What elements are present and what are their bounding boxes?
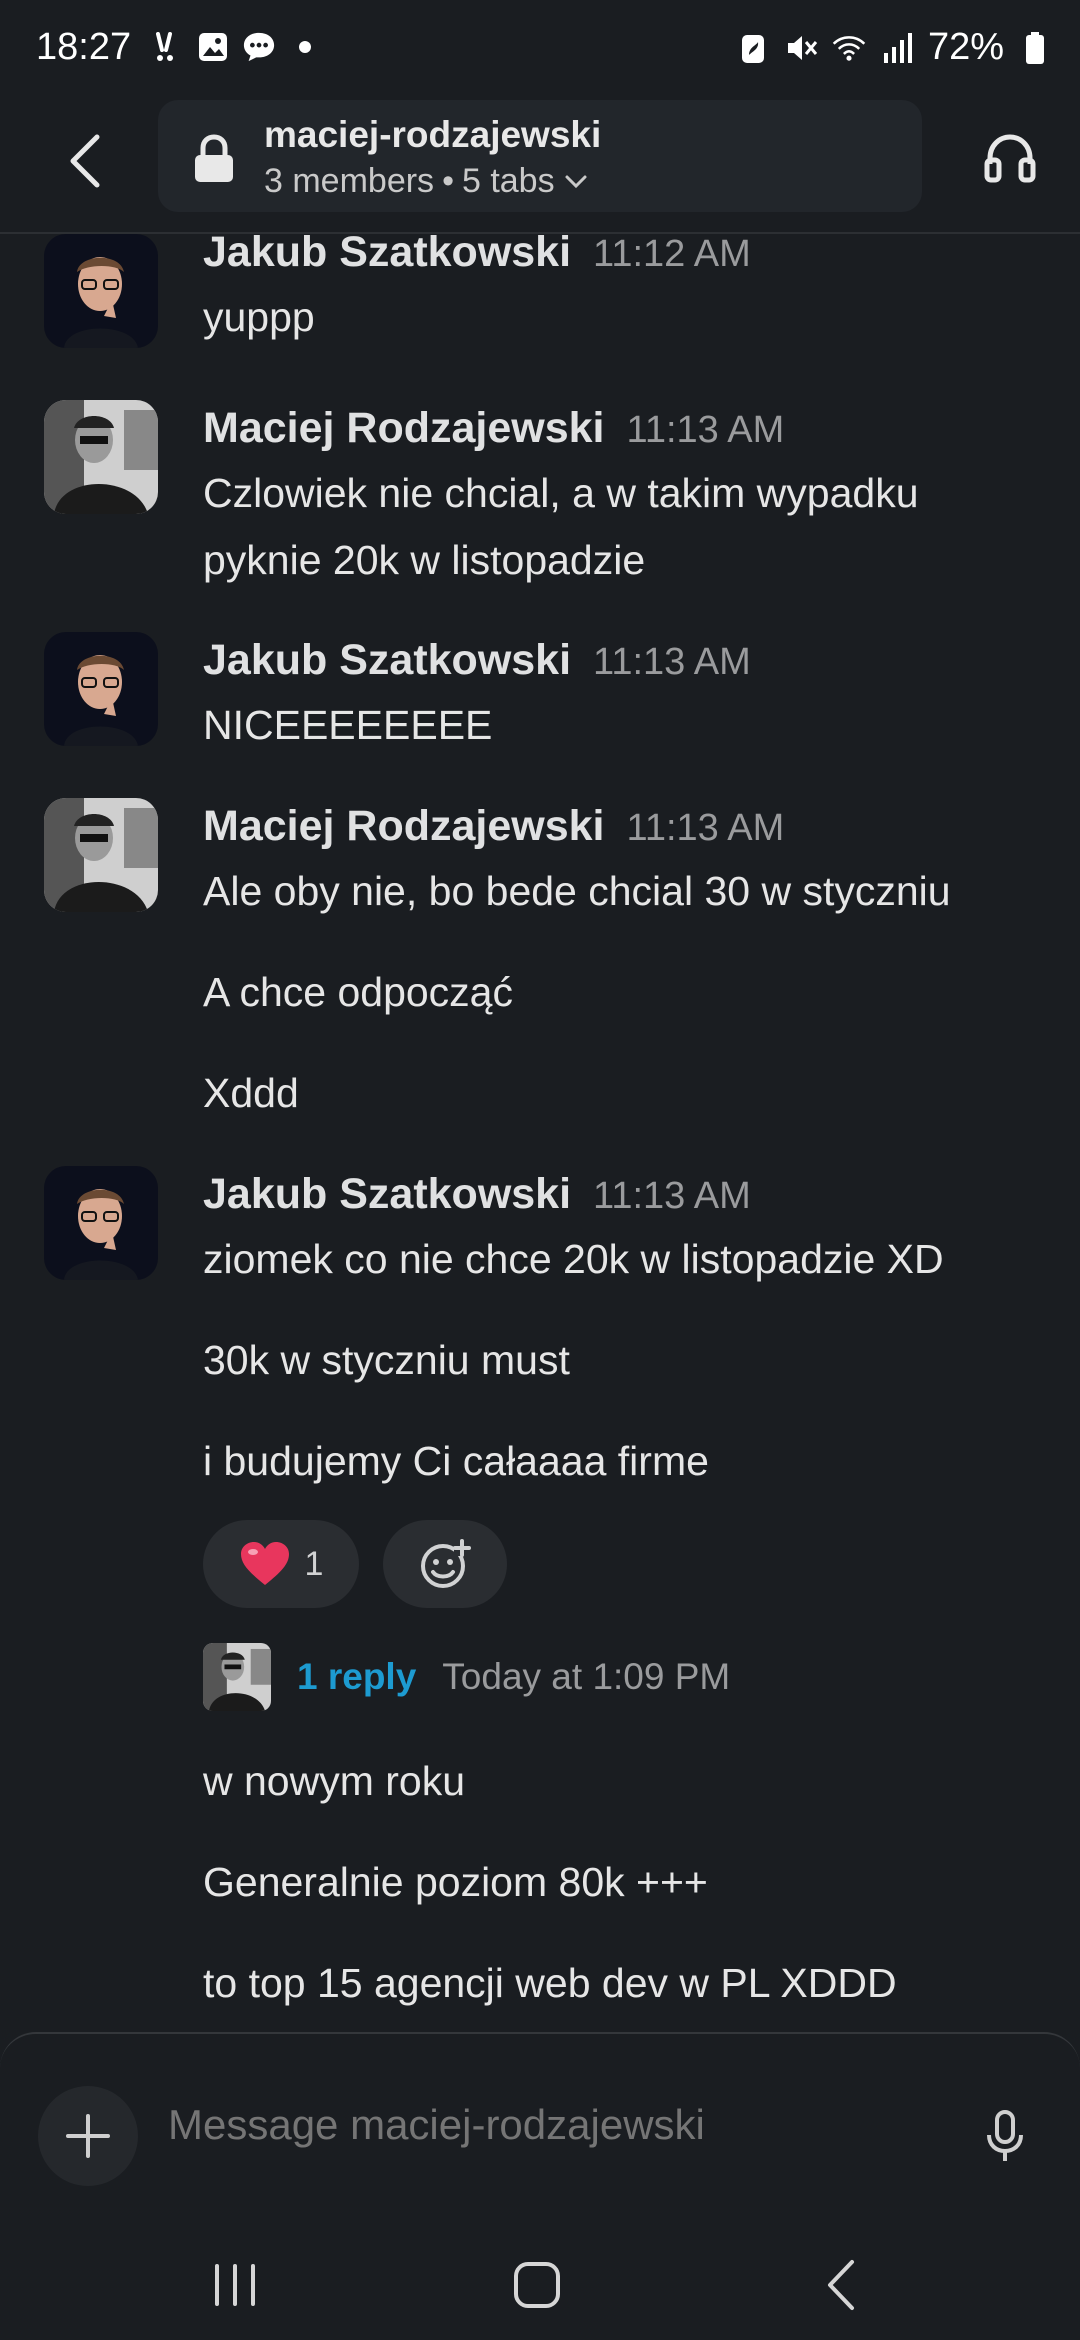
- lock-icon: [192, 134, 236, 189]
- message-text: A chce odpocząć: [203, 969, 513, 1015]
- avatar-jakub[interactable]: [44, 1166, 158, 1280]
- tab-count: 5 tabs: [461, 162, 555, 200]
- author-name[interactable]: Jakub Szatkowski: [203, 636, 571, 684]
- back-button[interactable]: [50, 126, 120, 196]
- message-feed[interactable]: Jakub Szatkowski 11:12 AM yuppp Maciej Ro…: [0, 234, 1080, 2034]
- reply-time: Today at 1:09 PM: [442, 1656, 731, 1697]
- plus-icon: [66, 2114, 110, 2158]
- gallery-icon: [196, 30, 230, 64]
- member-count: 3 members: [264, 162, 435, 200]
- add-emoji-icon: [421, 1539, 471, 1588]
- missed-call-icon: [150, 30, 184, 64]
- home-icon: [514, 2262, 560, 2308]
- reaction-count: 1: [304, 1544, 324, 1583]
- wifi-icon: [832, 31, 866, 65]
- notification-icons: [150, 30, 322, 64]
- message-text: 30k w styczniu must: [203, 1337, 570, 1383]
- message-text: w nowym roku: [203, 1758, 466, 1804]
- message-time: 11:13 AM: [593, 641, 751, 683]
- message-text: to top 15 agencji web dev w PL XDDD: [203, 1960, 897, 2006]
- signal-icon: [880, 31, 914, 65]
- separator-dot: •: [442, 162, 454, 200]
- message-time: 11:12 AM: [593, 234, 751, 275]
- add-reaction-button[interactable]: [383, 1520, 507, 1608]
- chevron-left-icon: [70, 134, 100, 188]
- message-text: ziomek co nie chce 20k w listopadzie XD: [203, 1236, 944, 1282]
- message-text: i budujemy Ci całaaaa firme: [203, 1438, 709, 1484]
- recent-apps-button[interactable]: [190, 2240, 280, 2330]
- huddle-button[interactable]: [970, 118, 1050, 198]
- message-text: Ale oby nie, bo bede chcial 30 w styczni…: [203, 868, 951, 914]
- message-time: 11:13 AM: [626, 807, 785, 849]
- avatar-maciej[interactable]: [44, 400, 158, 514]
- message-author[interactable]: Maciej Rodzajewski 11:13 AM: [203, 404, 784, 453]
- message-time: 11:13 AM: [626, 409, 785, 451]
- reply-count-link[interactable]: 1 reply: [297, 1656, 416, 1698]
- message-text: Generalnie poziom 80k +++: [203, 1859, 708, 1905]
- system-navigation-bar: [0, 2210, 1080, 2340]
- back-arrow-icon: [828, 2260, 854, 2310]
- avatar-jakub[interactable]: [44, 632, 158, 746]
- dot-icon: [288, 30, 322, 64]
- avatar-maciej[interactable]: [44, 798, 158, 912]
- heart-icon: [240, 1542, 289, 1585]
- voice-message-button[interactable]: [970, 2102, 1040, 2172]
- attach-button[interactable]: [38, 2086, 138, 2186]
- author-name[interactable]: Maciej Rodzajewski: [203, 404, 605, 452]
- author-name[interactable]: Maciej Rodzajewski: [203, 802, 605, 850]
- channel-meta: 3 members • 5 tabs: [264, 162, 589, 201]
- home-button[interactable]: [492, 2240, 582, 2330]
- message-time: 11:13 AM: [593, 1175, 751, 1217]
- message-author[interactable]: Maciej Rodzajewski 11:13 AM: [203, 802, 784, 851]
- message-author[interactable]: Jakub Szatkowski 11:13 AM: [203, 1170, 751, 1219]
- battery-icon: [1018, 31, 1052, 65]
- battery-level: 72%: [927, 26, 1004, 68]
- author-name[interactable]: Jakub Szatkowski: [203, 1170, 571, 1218]
- message-text: Czlowiek nie chcial, a w takim wypadku p…: [203, 470, 919, 583]
- channel-header: maciej-rodzajewski 3 members • 5 tabs: [0, 96, 1080, 234]
- message-text: yuppp: [203, 294, 315, 340]
- message-text: Xddd: [203, 1070, 299, 1116]
- status-time: 18:27: [36, 26, 132, 68]
- chevron-down-icon: [565, 175, 587, 188]
- channel-info-button[interactable]: maciej-rodzajewski 3 members • 5 tabs: [158, 100, 922, 212]
- author-name[interactable]: Jakub Szatkowski: [203, 234, 571, 276]
- message-input[interactable]: [166, 2100, 950, 2150]
- system-back-button[interactable]: [796, 2240, 886, 2330]
- headphones-icon: [984, 134, 1036, 183]
- thread-replies[interactable]: 1 reply Today at 1:09 PM: [203, 1642, 730, 1712]
- recent-apps-icon: [215, 2264, 255, 2306]
- status-bar: 18:27 72%: [0, 0, 1080, 96]
- battery-saver-icon: [736, 31, 770, 65]
- system-icons: 72%: [736, 26, 1052, 69]
- message-author[interactable]: Jakub Szatkowski 11:13 AM: [203, 636, 751, 685]
- mute-icon: [784, 31, 818, 65]
- message-author[interactable]: Jakub Szatkowski 11:12 AM: [203, 234, 751, 277]
- heart-reaction-button[interactable]: 1: [203, 1520, 359, 1608]
- message-text: NICEEEEEEEE: [203, 702, 493, 748]
- reply-avatar: [203, 1643, 271, 1711]
- message-composer: [0, 2032, 1080, 2212]
- channel-name: maciej-rodzajewski: [264, 114, 602, 155]
- microphone-icon: [987, 2110, 1023, 2161]
- chat-bubble-icon: [242, 30, 276, 64]
- avatar-jakub[interactable]: [44, 234, 158, 348]
